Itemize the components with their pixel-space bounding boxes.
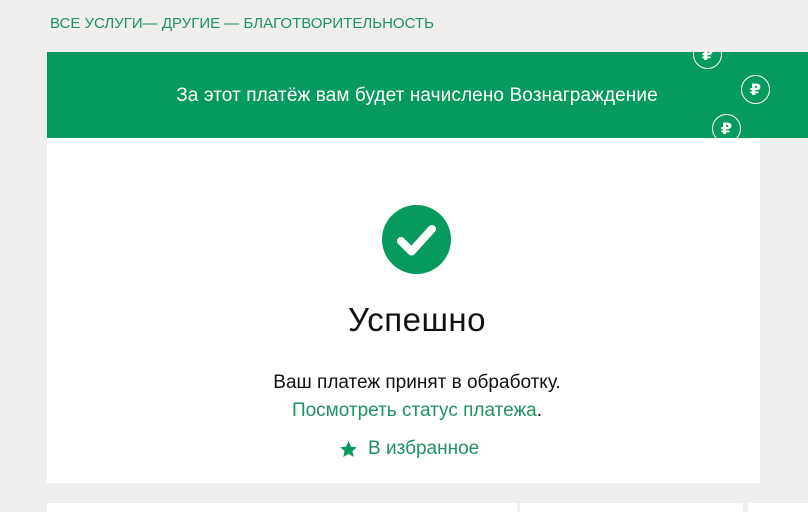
add-to-favorites-label: В избранное [368, 438, 480, 459]
star-icon [340, 440, 357, 457]
payment-result-card: Успешно Ваш платеж принят в обработку. П… [47, 138, 760, 483]
breadcrumb-other[interactable]: ДРУГИЕ [162, 15, 220, 32]
breadcrumb: ВСЕ УСЛУГИ— ДРУГИЕ — БЛАГОТВОРИТЕЛЬНОСТЬ [50, 14, 434, 34]
ruble-coin-icon: ₽ [693, 52, 722, 69]
ruble-coin-icon: ₽ [741, 75, 770, 104]
check-circle-icon [382, 205, 451, 274]
reward-banner-text: За этот платёж вам будет начислено Возна… [176, 85, 658, 106]
add-to-favorites-button[interactable]: В избранное [339, 438, 479, 460]
breadcrumb-charity[interactable]: БЛАГОТВОРИТЕЛЬНОСТЬ [243, 15, 433, 32]
bottom-panel [520, 503, 743, 512]
breadcrumb-separator: — [142, 15, 158, 32]
reward-banner: За этот платёж вам будет начислено Возна… [47, 52, 808, 138]
result-title: Успешно [347, 301, 487, 338]
view-payment-status-link[interactable]: Посмотреть статус платежа [292, 400, 537, 421]
status-line: Посмотреть статус платежа. [47, 400, 787, 422]
breadcrumb-separator: — [224, 15, 240, 32]
status-suffix: . [536, 400, 543, 421]
bottom-panel [748, 503, 808, 512]
bottom-panel [47, 503, 517, 512]
breadcrumb-all-services[interactable]: ВСЕ УСЛУГИ [50, 15, 143, 32]
ruble-coin-icon: ₽ [712, 114, 741, 138]
result-message: Ваш платеж принят в обработку. [273, 372, 561, 393]
